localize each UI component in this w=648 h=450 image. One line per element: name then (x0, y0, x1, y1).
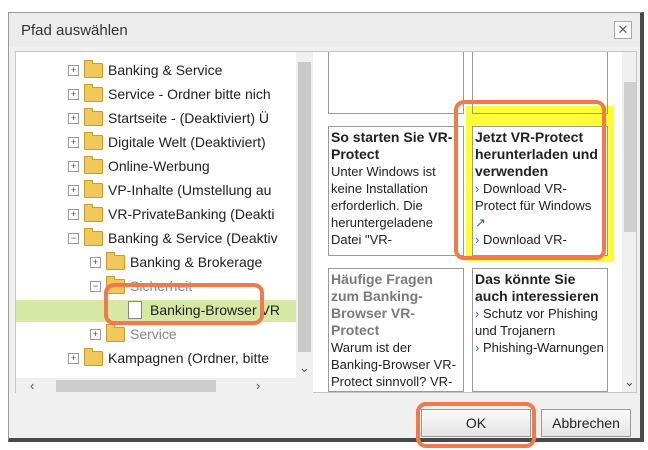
title-bar: Pfad auswählen ✕ (9, 13, 640, 47)
tree-item[interactable]: + Banking & Brokerage (16, 252, 296, 274)
annotation-highlight-ok-button (416, 402, 536, 448)
tree-item-label: Service - Ordner bitte nich (108, 86, 271, 102)
expand-icon[interactable]: + (68, 65, 79, 76)
folder-icon (84, 108, 103, 126)
tree-item[interactable]: + Service - Ordner bitte nich (16, 84, 296, 106)
box-heading: Das könnte Sie auch interessieren (475, 271, 599, 304)
tree-item-label: Digitale Welt (Deaktiviert) (108, 134, 266, 150)
tree-item-label: VR-PrivateBanking (Deakti (108, 206, 275, 222)
tree-item[interactable]: + Banking & Service (16, 60, 296, 82)
tree-horizontal-scrollbar[interactable]: ‹ › (16, 378, 313, 394)
tree-item[interactable]: + VP-Inhalte (Umstellung au (16, 180, 296, 202)
tree-item[interactable]: + Digitale Welt (Deaktiviert) (16, 132, 296, 154)
folder-tree: + Banking & Service + Service - Ordner b… (16, 52, 296, 378)
folder-icon (84, 180, 103, 198)
chevron-down-icon[interactable]: ⌄ (299, 360, 310, 376)
folder-icon (106, 252, 125, 270)
preview-box-top-left (328, 52, 464, 114)
scroll-thumb[interactable] (298, 62, 311, 352)
dialog-title: Pfad auswählen (21, 22, 128, 39)
preview-box-start: So starten Sie VR-Protect Unter Windows … (328, 126, 464, 256)
link-arrow-icon: › (475, 340, 480, 355)
tree-item[interactable]: + Startseite - (Deaktiviert) Ü (16, 108, 296, 130)
chevron-down-icon[interactable]: ⌄ (624, 374, 635, 390)
tree-item[interactable]: + Kampagnen (Ordner, bitte (16, 348, 296, 370)
box-heading: So starten Sie VR-Protect (331, 129, 453, 162)
tree-item-label: Banking & Service (108, 62, 223, 78)
tree-item[interactable]: + Online-Werbung (16, 156, 296, 178)
expand-icon[interactable]: + (68, 89, 79, 100)
folder-icon (84, 156, 103, 174)
tree-item-label: Banking & Service (Deaktiv (108, 230, 278, 246)
scroll-thumb[interactable] (56, 380, 216, 392)
annotation-highlight-download-box (454, 100, 606, 260)
folder-icon (84, 348, 103, 366)
expand-icon[interactable]: + (68, 137, 79, 148)
box-text: Warum ist der Banking-Browser VR-Protect… (331, 340, 456, 389)
chevron-left-icon[interactable]: ‹ (30, 378, 34, 393)
expand-icon[interactable]: + (90, 257, 101, 268)
folder-icon (106, 324, 125, 342)
scroll-thumb[interactable] (624, 82, 636, 232)
chevron-right-icon[interactable]: › (256, 378, 260, 393)
expand-icon[interactable]: + (68, 161, 79, 172)
tree-item-label: Online-Werbung (108, 158, 210, 174)
preview-vertical-scrollbar[interactable]: ⌄ (622, 52, 636, 392)
phishing-protection-link[interactable]: Schutz vor Phishing und Trojanern (475, 306, 598, 338)
tree-item-label: Kampagnen (Ordner, bitte (108, 350, 270, 366)
tree-item[interactable]: + VR-PrivateBanking (Deakti (16, 204, 296, 226)
box-heading: Häufige Fragen zum Banking-Browser VR-Pr… (331, 271, 433, 338)
folder-icon (84, 204, 103, 222)
expand-icon[interactable]: + (68, 185, 79, 196)
folder-icon (84, 60, 103, 78)
cancel-button[interactable]: Abbrechen (541, 409, 631, 437)
folder-icon (84, 132, 103, 150)
folder-icon (84, 84, 103, 102)
expand-icon[interactable]: + (68, 209, 79, 220)
collapse-icon[interactable]: − (68, 233, 79, 244)
tree-item[interactable]: + Service (16, 324, 296, 346)
preview-box-related: Das könnte Sie auch interessieren › Schu… (472, 268, 608, 392)
phishing-warnings-link[interactable]: Phishing-Warnungen (483, 340, 604, 355)
collapse-icon[interactable]: − (90, 281, 101, 292)
folder-icon (84, 228, 103, 246)
tree-item-label: VP-Inhalte (Umstellung au (108, 182, 272, 198)
expand-icon[interactable]: + (68, 353, 79, 364)
tree-item-label: Service (130, 326, 177, 342)
tree-item-label: Startseite - (Deaktiviert) Ü (108, 110, 270, 126)
close-icon[interactable]: ✕ (614, 21, 632, 39)
box-text: Unter Windows ist keine Installation erf… (331, 164, 436, 247)
preview-box-faq: Häufige Fragen zum Banking-Browser VR-Pr… (328, 268, 464, 392)
link-arrow-icon: › (475, 306, 480, 321)
expand-icon[interactable]: + (68, 113, 79, 124)
tree-item-label: Banking & Brokerage (130, 254, 263, 270)
annotation-highlight-tree-item (104, 283, 264, 325)
tree-vertical-scrollbar[interactable]: ⌄ (296, 52, 313, 378)
tree-item[interactable]: − Banking & Service (Deaktiv (16, 228, 296, 250)
expand-icon[interactable]: + (90, 329, 101, 340)
